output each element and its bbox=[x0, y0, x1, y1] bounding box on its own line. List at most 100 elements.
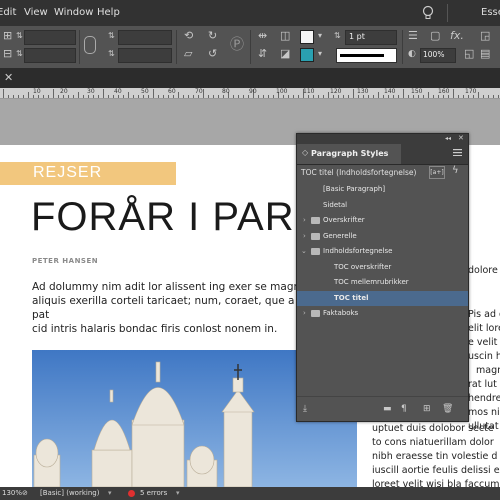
w-stepper-icon[interactable]: ⇅ bbox=[108, 30, 115, 42]
flip-vertical-icon[interactable]: ⇵ bbox=[258, 48, 267, 60]
ruler-label: 100 bbox=[276, 88, 288, 95]
constrain-proportions-icon[interactable] bbox=[84, 36, 96, 54]
effects-panel-icon[interactable]: ◲ bbox=[480, 30, 490, 42]
style-row-basic-paragraph[interactable]: [Basic Paragraph] bbox=[297, 182, 468, 198]
style-row-toc-titel[interactable]: TOC titel bbox=[297, 290, 468, 306]
char-format-icon[interactable]: ⊞ bbox=[3, 30, 12, 42]
corner-options-icon[interactable]: ▢ bbox=[430, 30, 440, 42]
path-icon[interactable]: Ⓟ bbox=[230, 38, 244, 52]
new-group-icon[interactable]: ▬ bbox=[383, 404, 392, 414]
expand-arrow-icon[interactable]: › bbox=[303, 232, 306, 240]
create-style-from-selection-button[interactable]: [a+] bbox=[429, 166, 445, 179]
ruler-tick bbox=[78, 92, 79, 98]
fill-swatch[interactable] bbox=[300, 30, 314, 44]
status-dropdown-icon[interactable]: ▾ bbox=[108, 489, 112, 497]
ruler-tick bbox=[148, 95, 149, 98]
panel-header-strip[interactable]: ◂◂ ✕ bbox=[297, 134, 468, 144]
stroke-weight-field[interactable]: 1 pt bbox=[345, 30, 397, 45]
stroke-weight-stepper-icon[interactable]: ⇅ bbox=[334, 30, 341, 42]
quick-apply-icon[interactable]: ϟ bbox=[452, 165, 459, 176]
opacity-field[interactable]: 100% bbox=[420, 48, 456, 63]
byline[interactable]: PETER HANSEN bbox=[32, 257, 98, 265]
shear-icon[interactable]: ▱ bbox=[184, 48, 192, 60]
x-stepper-icon[interactable]: ⇅ bbox=[16, 30, 23, 42]
style-row-toc-mellemrubrikker[interactable]: TOC mellemrubrikker bbox=[297, 275, 468, 291]
menu-window[interactable]: Window bbox=[54, 7, 93, 18]
h-field[interactable] bbox=[118, 48, 172, 63]
y-stepper-icon[interactable]: ⇅ bbox=[16, 48, 23, 60]
text-wrap-icon[interactable]: ▤ bbox=[480, 48, 490, 60]
menu-view[interactable]: View bbox=[24, 7, 48, 18]
ruler-tick bbox=[183, 95, 184, 98]
lightbulb-icon[interactable] bbox=[420, 5, 436, 21]
workspace-switcher[interactable]: Essen bbox=[481, 7, 500, 18]
close-panel-icon[interactable]: ✕ bbox=[458, 134, 464, 142]
drop-shadow-icon[interactable]: ◱ bbox=[464, 48, 474, 60]
stroke-type-dropdown[interactable] bbox=[336, 48, 397, 63]
menu-edit[interactable]: Edit bbox=[0, 7, 16, 18]
opacity-icon[interactable]: ◐ bbox=[408, 48, 416, 60]
horizontal-ruler[interactable]: 10 20 30 40 50 60 70 80 90 100 110 120 130 140 150 160 1… bbox=[0, 88, 500, 99]
article-title[interactable]: FORÅR I PARIS bbox=[31, 195, 334, 240]
style-label: TOC titel bbox=[334, 293, 369, 302]
panel-menu-icon[interactable] bbox=[453, 149, 462, 156]
flip-horizontal-icon[interactable]: ⇹ bbox=[258, 30, 267, 42]
fill-dropdown-icon[interactable]: ▾ bbox=[318, 30, 322, 42]
collapse-panel-icon[interactable]: ◂◂ bbox=[445, 135, 451, 142]
rotate-ccw-icon[interactable]: ↺ bbox=[208, 48, 217, 60]
group-row-overskrifter[interactable]: › Overskrifter bbox=[297, 213, 468, 229]
group-row-generelle[interactable]: › Generelle bbox=[297, 229, 468, 245]
para-format-icon[interactable]: ⊟ bbox=[3, 48, 12, 60]
rotate-cw-icon[interactable]: ↻ bbox=[208, 30, 217, 42]
delete-style-icon[interactable]: 🗑 bbox=[442, 404, 453, 414]
ruler-tick bbox=[233, 95, 234, 98]
ruler-tick bbox=[268, 95, 269, 98]
group-row-indholdsfortegnelse[interactable]: ⌄ Indholdsfortegnelse bbox=[297, 244, 468, 260]
select-container-icon[interactable]: ◫ bbox=[280, 30, 290, 42]
effects-icon[interactable]: fx. bbox=[450, 30, 464, 42]
errors-dropdown-icon[interactable]: ▾ bbox=[176, 489, 180, 497]
style-row-toc-overskrifter[interactable]: TOC overskrifter bbox=[297, 260, 468, 276]
h-stepper-icon[interactable]: ⇅ bbox=[108, 48, 115, 60]
x-field[interactable] bbox=[24, 30, 76, 45]
stroke-styles-icon[interactable]: ☰ bbox=[408, 30, 418, 42]
ruler-tick bbox=[3, 89, 4, 98]
ruler-tick bbox=[478, 92, 479, 98]
section-tag[interactable]: REJSER bbox=[33, 164, 102, 182]
ruler-tick bbox=[258, 95, 259, 98]
body-text-frame[interactable]: Ad dolummy nim adit lor alissent ing exe… bbox=[32, 280, 302, 336]
close-tab-icon[interactable]: ✕ bbox=[4, 71, 13, 84]
ruler-tick bbox=[413, 95, 414, 98]
text-line: iuscill aortie feulis delissi ex bbox=[372, 465, 500, 476]
tab-paragraph-styles[interactable]: ◇ Paragraph Styles bbox=[297, 144, 401, 164]
y-field[interactable] bbox=[24, 48, 76, 63]
select-content-icon[interactable]: ◪ bbox=[280, 48, 290, 60]
ruler-tick bbox=[428, 92, 429, 98]
preflight-profile-icon[interactable]: ⊘ bbox=[22, 489, 28, 497]
zoom-level[interactable]: 130% bbox=[2, 489, 22, 497]
ruler-tick bbox=[388, 95, 389, 98]
ruler-tick bbox=[343, 95, 344, 98]
expand-arrow-icon[interactable]: › bbox=[303, 216, 306, 224]
style-row-sidetal[interactable]: Sidetal bbox=[297, 198, 468, 214]
page-style[interactable]: [Basic] (working) bbox=[40, 489, 99, 497]
menu-help[interactable]: Help bbox=[97, 7, 120, 18]
load-styles-icon[interactable]: ⤓ bbox=[303, 404, 307, 414]
ruler-tick bbox=[83, 95, 84, 98]
ruler-tick bbox=[153, 89, 154, 98]
w-field[interactable] bbox=[118, 30, 172, 45]
clear-overrides-icon[interactable]: ¶ bbox=[401, 404, 407, 414]
folder-icon bbox=[311, 248, 320, 255]
new-style-icon[interactable]: ⊞ bbox=[423, 404, 431, 414]
expand-arrow-icon[interactable]: › bbox=[303, 309, 306, 317]
preflight-errors[interactable]: 5 errors bbox=[140, 489, 167, 497]
ruler-tick bbox=[133, 95, 134, 98]
collapse-arrow-icon[interactable]: ⌄ bbox=[301, 247, 307, 255]
group-row-faktaboks[interactable]: › Faktaboks bbox=[297, 306, 468, 322]
stroke-swatch[interactable] bbox=[300, 48, 314, 62]
ruler-tick bbox=[273, 95, 274, 98]
tab-toggle-icon[interactable]: ◇ bbox=[302, 148, 308, 157]
stroke-dropdown-icon[interactable]: ▾ bbox=[318, 48, 322, 60]
ruler-label: 160 bbox=[438, 88, 450, 95]
rotate-icon[interactable]: ⟲ bbox=[184, 30, 193, 42]
